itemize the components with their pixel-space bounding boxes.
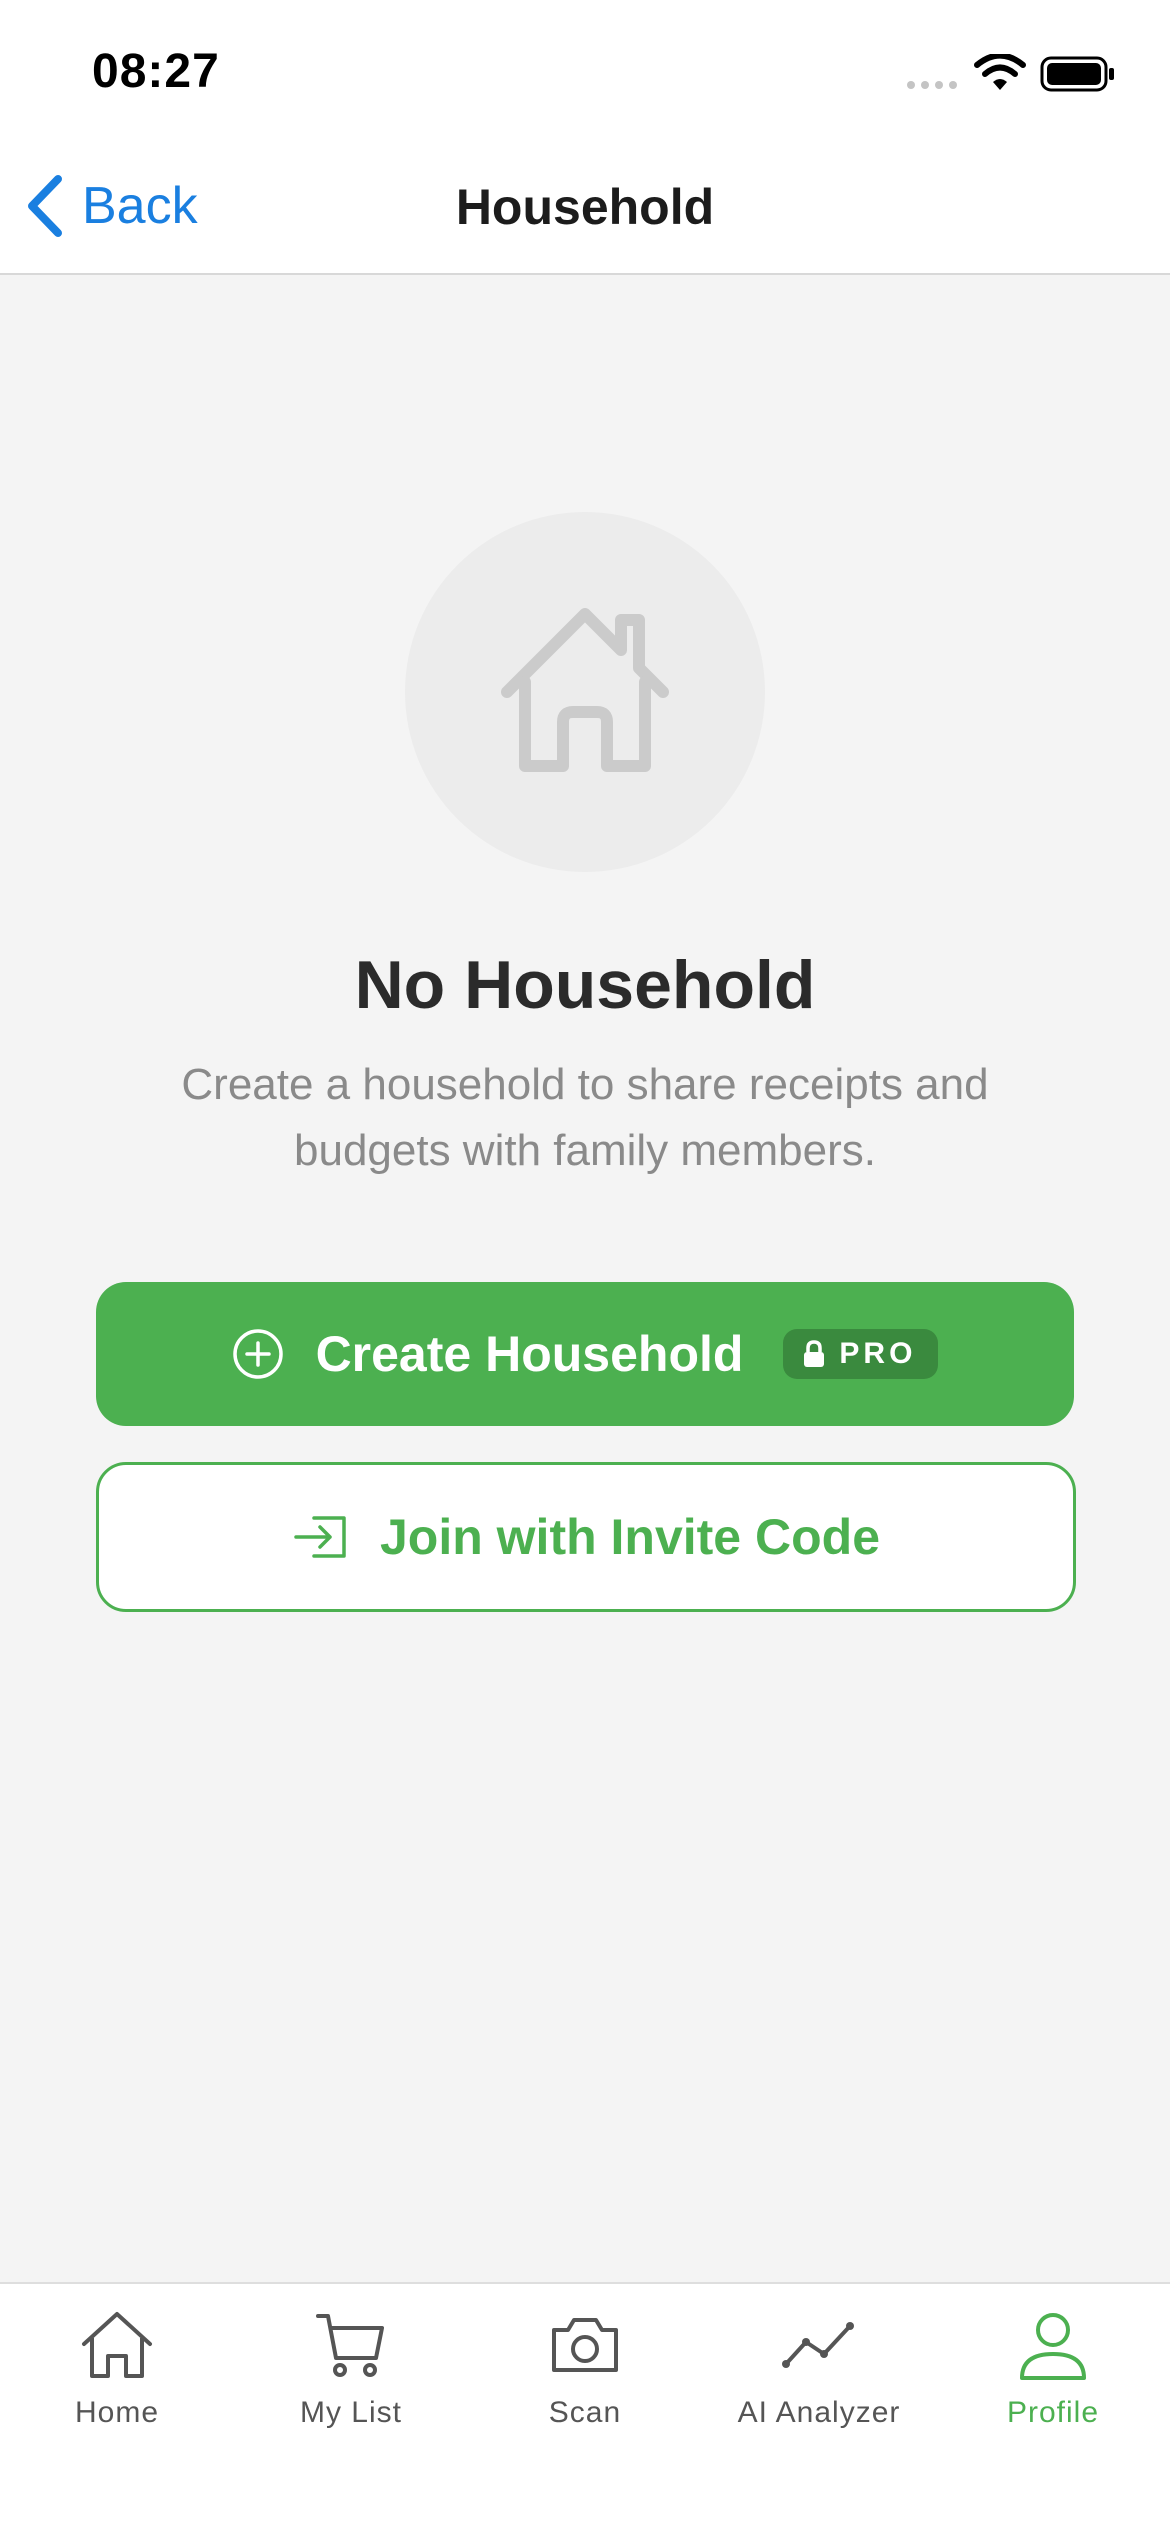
tab-ai-analyzer[interactable]: AI Analyzer: [702, 2306, 936, 2446]
status-time: 08:27: [92, 45, 220, 98]
tab-scan-label: Scan: [548, 2396, 622, 2429]
empty-state-description: Create a household to share receipts and…: [181, 1060, 989, 1175]
wifi-icon: [974, 54, 1026, 90]
pro-badge: PRO: [783, 1329, 939, 1379]
camera-icon: [552, 2318, 618, 2372]
tab-profile-label: Profile: [1006, 2396, 1100, 2429]
tab-home[interactable]: Home: [0, 2306, 234, 2446]
tab-profile[interactable]: Profile: [936, 2306, 1170, 2446]
battery-icon: [1040, 56, 1114, 92]
join-with-invite-code-label: Join with Invite Code: [379, 1509, 881, 1565]
lock-icon: [804, 1340, 825, 1367]
tab-ai-analyzer-label: AI Analyzer: [737, 2396, 901, 2429]
create-household-button[interactable]: Create Household PRO: [96, 1282, 1074, 1426]
empty-state-title: No Household: [354, 947, 816, 1023]
tab-bar: Home My List Scan AI Analyzer Profile: [0, 2282, 1170, 2534]
person-icon: [1020, 2313, 1086, 2380]
plus-circle-icon: [232, 1329, 283, 1379]
cart-icon: [316, 2314, 384, 2377]
enter-icon: [294, 1516, 346, 1558]
tab-my-list[interactable]: My List: [234, 2306, 468, 2446]
empty-state-illustration: [405, 512, 765, 872]
pro-badge-label: PRO: [839, 1337, 917, 1370]
cellular-signal-icon: [907, 81, 957, 89]
join-with-invite-code-button[interactable]: Join with Invite Code: [96, 1462, 1076, 1612]
tab-my-list-label: My List: [299, 2396, 402, 2429]
house-icon: [501, 608, 669, 772]
trend-line-icon: [782, 2322, 854, 2368]
tab-scan[interactable]: Scan: [468, 2306, 702, 2446]
navigation-bar: Back Household: [0, 142, 1170, 275]
page-title: Household: [455, 179, 715, 235]
home-icon: [82, 2312, 152, 2378]
tab-home-label: Home: [74, 2396, 160, 2429]
status-bar: 08:27: [0, 0, 1170, 142]
create-household-label: Create Household: [315, 1326, 744, 1382]
